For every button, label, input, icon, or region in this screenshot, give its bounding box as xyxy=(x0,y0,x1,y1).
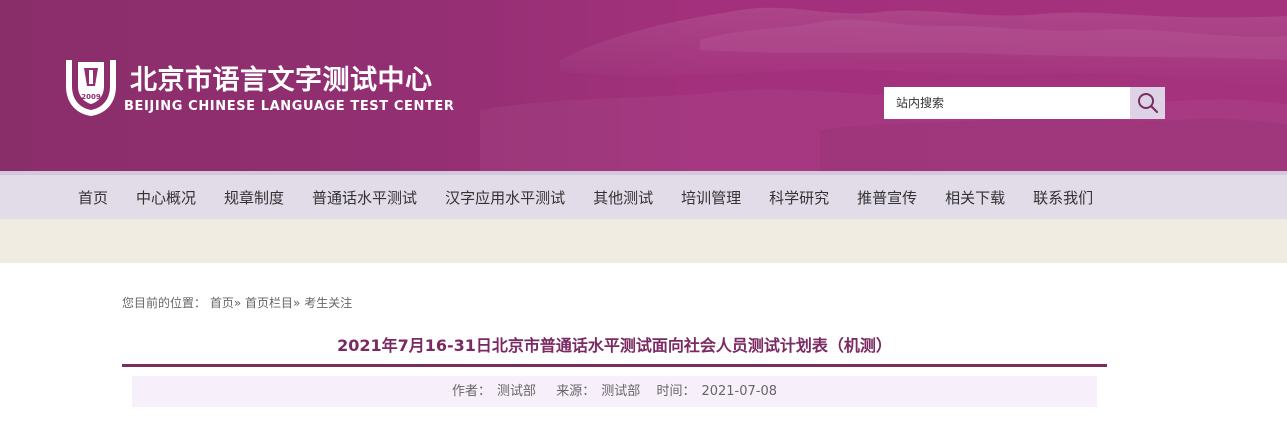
source-label: 来源： xyxy=(556,384,596,399)
nav-item-putonghua-test[interactable]: 普通话水平测试 xyxy=(298,187,431,208)
nav-item-research[interactable]: 科学研究 xyxy=(755,187,843,208)
breadcrumb-separator: » xyxy=(293,296,301,310)
breadcrumb-separator: » xyxy=(233,296,242,310)
logo-english-name: BEIJING CHINESE LANGUAGE TEST CENTER xyxy=(124,99,455,114)
author-label: 作者： xyxy=(451,384,491,399)
breadcrumb-current-link[interactable]: 考生关注 xyxy=(304,296,352,310)
article-meta: 作者： 测试部 来源： 测试部 时间： 2021-07-08 xyxy=(132,376,1097,407)
search-button[interactable] xyxy=(1130,87,1165,119)
breadcrumb-section-link[interactable]: 首页栏目 xyxy=(245,296,293,310)
breadcrumb: 您目前的位置： 首页» 首页栏目» 考生关注 xyxy=(122,294,352,311)
center-emblem-icon: 2009 xyxy=(66,60,116,116)
meta-time: 时间： 2021-07-08 xyxy=(653,384,780,399)
nav-item-hanzi-test[interactable]: 汉字应用水平测试 xyxy=(431,187,579,208)
time-label: 时间： xyxy=(656,384,696,399)
search-icon xyxy=(1137,93,1158,114)
nav-item-training[interactable]: 培训管理 xyxy=(667,187,755,208)
source-value: 测试部 xyxy=(601,384,641,399)
nav-item-downloads[interactable]: 相关下载 xyxy=(931,187,1019,208)
title-divider xyxy=(122,364,1107,367)
site-search xyxy=(884,87,1165,119)
meta-source: 来源： 测试部 xyxy=(549,384,643,399)
main-navigation: 首页 中心概况 规章制度 普通话水平测试 汉字应用水平测试 其他测试 培训管理 … xyxy=(0,171,1287,219)
nav-item-center-overview[interactable]: 中心概况 xyxy=(122,187,210,208)
search-input[interactable] xyxy=(884,87,1130,119)
nav-menu: 首页 中心概况 规章制度 普通话水平测试 汉字应用水平测试 其他测试 培训管理 … xyxy=(64,175,1107,219)
header-banner: 2009 北京市语言文字测试中心 BEIJING CHINESE LANGUAG… xyxy=(0,0,1287,171)
logo-chinese-name: 北京市语言文字测试中心 xyxy=(130,65,433,96)
nav-item-promotion[interactable]: 推普宣传 xyxy=(843,187,931,208)
decorative-strip xyxy=(0,219,1287,263)
article-title: 2021年7月16-31日北京市普通话水平测试面向社会人员测试计划表（机测） xyxy=(337,336,892,355)
breadcrumb-home-link[interactable]: 首页 xyxy=(210,296,234,310)
meta-author: 作者： 测试部 xyxy=(449,384,539,399)
svg-text:2009: 2009 xyxy=(81,93,101,101)
breadcrumb-prefix: 您目前的位置： xyxy=(122,296,207,310)
nav-item-home[interactable]: 首页 xyxy=(64,187,122,208)
author-value: 测试部 xyxy=(496,384,536,399)
nav-item-regulations[interactable]: 规章制度 xyxy=(210,187,298,208)
time-value: 2021-07-08 xyxy=(701,384,778,399)
site-logo[interactable]: 2009 北京市语言文字测试中心 BEIJING CHINESE LANGUAG… xyxy=(62,56,454,120)
nav-item-contact[interactable]: 联系我们 xyxy=(1019,187,1107,208)
nav-item-other-tests[interactable]: 其他测试 xyxy=(579,187,667,208)
